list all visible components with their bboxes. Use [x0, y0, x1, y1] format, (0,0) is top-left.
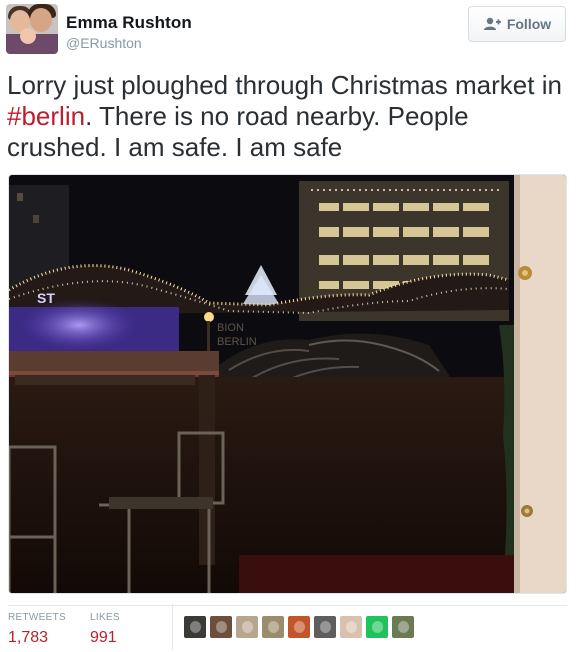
follow-button[interactable]: Follow	[468, 6, 566, 42]
user-handle[interactable]: @ERushton	[66, 35, 142, 51]
likes-stat[interactable]: LIKES 991	[90, 612, 120, 647]
liker-avatars	[184, 616, 414, 638]
retweets-stat[interactable]: RETWEETS 1,783	[8, 612, 66, 647]
liker-avatar-3[interactable]	[236, 616, 258, 638]
liker-avatar-5[interactable]	[288, 616, 310, 638]
user-name[interactable]: Emma Rushton	[66, 13, 192, 33]
stall-sign-center-1: BION	[217, 322, 244, 334]
liker-avatar-1[interactable]	[184, 616, 206, 638]
retweets-label: RETWEETS	[8, 612, 66, 623]
tweet-header: Emma Rushton @ERushton Follow	[6, 4, 572, 56]
stall-sign-left: ST	[37, 290, 55, 306]
follow-label: Follow	[506, 16, 552, 32]
liker-avatar-7[interactable]	[340, 616, 362, 638]
tweet-photo[interactable]: ST BION BERLIN	[8, 174, 567, 594]
liker-avatar-6[interactable]	[314, 616, 336, 638]
add-user-icon	[483, 17, 501, 31]
hashtag-link[interactable]: #berlin	[7, 101, 85, 131]
liker-avatar-8[interactable]	[366, 616, 388, 638]
photo-scene: ST BION BERLIN	[9, 175, 566, 593]
retweets-count: 1,783	[8, 629, 49, 646]
stall-sign-center-2: BERLIN	[217, 336, 257, 348]
stats-divider	[8, 605, 567, 606]
stats-separator	[172, 604, 173, 650]
liker-avatar-2[interactable]	[210, 616, 232, 638]
tweet-text: Lorry just ploughed through Christmas ma…	[7, 70, 567, 163]
liker-avatar-4[interactable]	[262, 616, 284, 638]
liker-avatar-9[interactable]	[392, 616, 414, 638]
tweet-text-start: Lorry just ploughed through Christmas ma…	[7, 70, 562, 100]
likes-count: 991	[90, 629, 117, 646]
user-avatar[interactable]	[6, 4, 58, 54]
likes-label: LIKES	[90, 612, 120, 623]
